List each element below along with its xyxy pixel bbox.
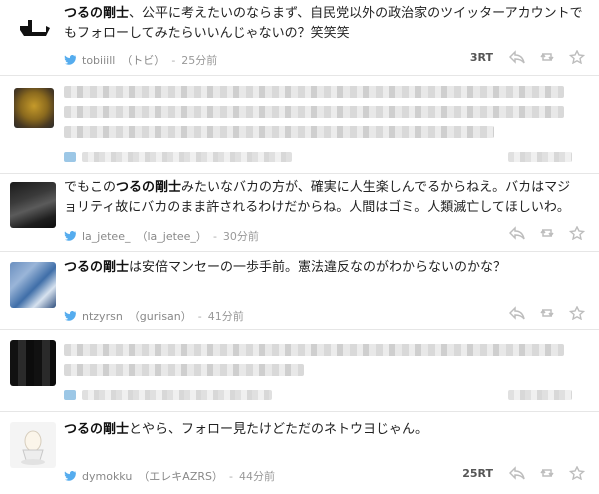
twitter-bird-icon — [64, 390, 76, 400]
avatar[interactable] — [10, 340, 56, 386]
avatar[interactable] — [10, 422, 56, 468]
retweet-icon[interactable] — [539, 306, 555, 320]
avatar[interactable] — [10, 182, 56, 228]
twitter-bird-icon — [64, 55, 76, 65]
twitter-bird-icon — [64, 152, 76, 162]
tweet-actions — [509, 306, 585, 320]
reply-icon[interactable] — [509, 466, 525, 480]
tweet-item[interactable]: つるの剛士とやら、フォロー見たけどただのネトウヨじゃん。 dymokku （エレ… — [0, 412, 599, 494]
retweet-icon[interactable] — [539, 466, 555, 480]
avatar[interactable] — [10, 262, 56, 308]
favorite-icon[interactable] — [569, 306, 585, 320]
avatar[interactable] — [10, 6, 56, 52]
tweet-text: でもこのつるの剛士みたいなバカの方が、確実に人生楽しんでるからねえ。バカはマジョ… — [64, 180, 571, 215]
highlighted-name: つるの剛士 — [116, 180, 182, 195]
tweet-feed: つるの剛士、公平に考えたいのならまず、自民党以外の政治家のツイッターアカウントで… — [0, 0, 599, 494]
user-handle[interactable]: dymokku — [82, 470, 132, 483]
retweet-icon[interactable] — [539, 226, 555, 240]
tweet-text: つるの剛士は安倍マンセーの一歩手前。憲法違反なのがわからないのかな？ — [64, 260, 507, 275]
reply-icon[interactable] — [509, 50, 525, 64]
display-name[interactable]: （gurisan） — [129, 308, 192, 324]
blurred-meta — [82, 152, 292, 162]
tweet-actions — [509, 226, 585, 240]
tweet-item[interactable]: つるの剛士は安倍マンセーの一歩手前。憲法違反なのがわからないのかな？ ntzyr… — [0, 252, 599, 330]
blurred-text — [64, 106, 564, 118]
highlighted-name: つるの剛士 — [64, 6, 130, 21]
blurred-actions — [508, 390, 572, 400]
twitter-bird-icon — [64, 471, 76, 481]
twitter-bird-icon — [64, 231, 76, 241]
tweet-actions: 25RT — [462, 466, 585, 480]
tweet-meta: dymokku （エレキAZRS） - 44分前 — [64, 468, 275, 484]
timestamp[interactable]: 30分前 — [223, 228, 259, 244]
timestamp[interactable]: 41分前 — [208, 308, 244, 324]
display-name[interactable]: （la_jetee_） — [136, 228, 206, 244]
display-name[interactable]: （エレキAZRS） — [138, 468, 223, 484]
display-name[interactable]: （トビ） — [121, 52, 165, 68]
retweet-count: 25RT — [462, 466, 493, 480]
tweet-item-blurred[interactable] — [0, 76, 599, 174]
twitter-bird-icon — [64, 311, 76, 321]
user-handle[interactable]: ntzyrsn — [82, 310, 123, 323]
blurred-actions — [508, 152, 572, 162]
blurred-text — [64, 364, 304, 376]
timestamp[interactable]: 25分前 — [181, 52, 217, 68]
user-handle[interactable]: tobiiill — [82, 54, 115, 67]
blurred-text — [64, 344, 564, 356]
blurred-text — [64, 126, 494, 138]
reply-icon[interactable] — [509, 306, 525, 320]
highlighted-name: つるの剛士 — [64, 260, 130, 275]
highlighted-name: つるの剛士 — [64, 422, 130, 437]
reply-icon[interactable] — [509, 226, 525, 240]
retweet-icon[interactable] — [539, 50, 555, 64]
tweet-actions: 3RT — [470, 50, 585, 64]
tweet-meta: tobiiill （トビ） - 25分前 — [64, 52, 217, 68]
tweet-meta: la_jetee_ （la_jetee_） - 30分前 — [64, 228, 259, 244]
tweet-text: つるの剛士とやら、フォロー見たけどただのネトウヨじゃん。 — [64, 422, 429, 437]
blurred-meta — [82, 390, 272, 400]
avatar[interactable] — [14, 88, 54, 128]
tweet-text: つるの剛士、公平に考えたいのならまず、自民党以外の政治家のツイッターアカウントで… — [64, 6, 583, 41]
tweet-item-blurred[interactable] — [0, 330, 599, 412]
favorite-icon[interactable] — [569, 466, 585, 480]
tweet-item[interactable]: つるの剛士、公平に考えたいのならまず、自民党以外の政治家のツイッターアカウントで… — [0, 0, 599, 76]
favorite-icon[interactable] — [569, 50, 585, 64]
favorite-icon[interactable] — [569, 226, 585, 240]
retweet-count: 3RT — [469, 50, 493, 64]
user-handle[interactable]: la_jetee_ — [82, 230, 130, 243]
tweet-item[interactable]: でもこのつるの剛士みたいなバカの方が、確実に人生楽しんでるからねえ。バカはマジョ… — [0, 174, 599, 252]
timestamp[interactable]: 44分前 — [239, 468, 275, 484]
blurred-text — [64, 86, 564, 98]
tweet-meta: ntzyrsn （gurisan） - 41分前 — [64, 308, 244, 324]
